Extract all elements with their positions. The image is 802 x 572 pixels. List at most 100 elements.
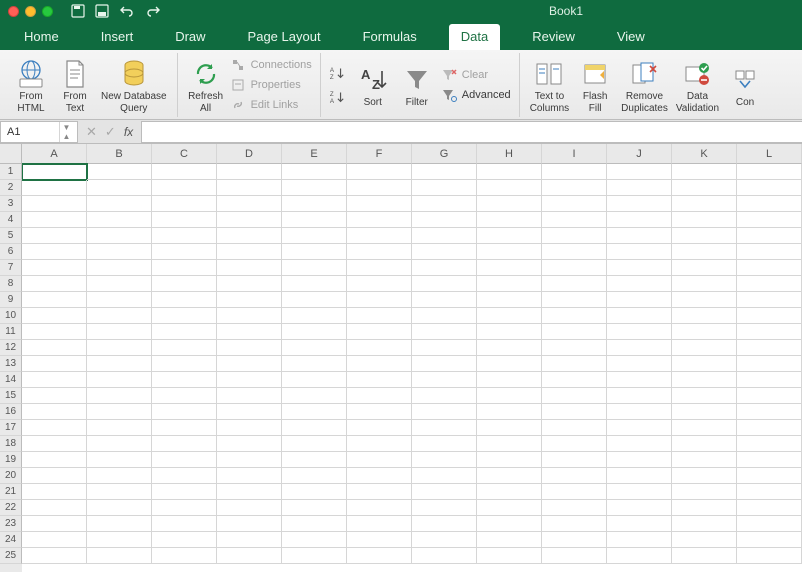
- row-header[interactable]: 9: [0, 292, 22, 308]
- cell[interactable]: [152, 372, 217, 388]
- name-box[interactable]: ▼▲: [0, 121, 78, 143]
- cell[interactable]: [477, 452, 542, 468]
- cell[interactable]: [217, 532, 282, 548]
- cell[interactable]: [412, 260, 477, 276]
- cell[interactable]: [542, 228, 607, 244]
- cell[interactable]: [282, 244, 347, 260]
- cell[interactable]: [672, 180, 737, 196]
- cell[interactable]: [282, 276, 347, 292]
- row-header[interactable]: 16: [0, 404, 22, 420]
- cell[interactable]: [477, 468, 542, 484]
- cell[interactable]: [152, 212, 217, 228]
- cell[interactable]: [607, 548, 672, 564]
- cell[interactable]: [607, 196, 672, 212]
- cell[interactable]: [282, 436, 347, 452]
- row-header[interactable]: 24: [0, 532, 22, 548]
- column-header[interactable]: B: [87, 144, 152, 164]
- filter-button[interactable]: Filter: [395, 62, 439, 109]
- cell[interactable]: [347, 404, 412, 420]
- new-database-query-button[interactable]: New Database Query: [97, 56, 171, 114]
- row-header[interactable]: 21: [0, 484, 22, 500]
- cell[interactable]: [672, 404, 737, 420]
- cell[interactable]: [152, 420, 217, 436]
- cell[interactable]: [22, 404, 87, 420]
- cell[interactable]: [672, 228, 737, 244]
- column-header[interactable]: E: [282, 144, 347, 164]
- cell[interactable]: [542, 484, 607, 500]
- undo-icon[interactable]: [119, 4, 135, 18]
- cell[interactable]: [152, 356, 217, 372]
- cell[interactable]: [542, 404, 607, 420]
- cell[interactable]: [737, 196, 802, 212]
- cell[interactable]: [542, 500, 607, 516]
- cell[interactable]: [87, 276, 152, 292]
- cell-reference-input[interactable]: [1, 126, 59, 138]
- column-header[interactable]: I: [542, 144, 607, 164]
- cell[interactable]: [217, 500, 282, 516]
- column-header[interactable]: F: [347, 144, 412, 164]
- cell[interactable]: [412, 212, 477, 228]
- cell[interactable]: [542, 196, 607, 212]
- cell[interactable]: [22, 420, 87, 436]
- sort-button[interactable]: AZ Sort: [351, 62, 395, 109]
- cell[interactable]: [152, 452, 217, 468]
- cell[interactable]: [672, 452, 737, 468]
- cell[interactable]: [477, 484, 542, 500]
- cell[interactable]: [607, 180, 672, 196]
- cell[interactable]: [152, 244, 217, 260]
- cell[interactable]: [152, 164, 217, 180]
- cell[interactable]: [542, 372, 607, 388]
- cell[interactable]: [282, 468, 347, 484]
- cell[interactable]: [607, 308, 672, 324]
- cell[interactable]: [87, 372, 152, 388]
- cell[interactable]: [737, 228, 802, 244]
- cell[interactable]: [347, 212, 412, 228]
- cell[interactable]: [152, 324, 217, 340]
- cell[interactable]: [22, 164, 87, 180]
- cell[interactable]: [347, 324, 412, 340]
- save-as-icon[interactable]: [95, 4, 109, 18]
- cell[interactable]: [217, 308, 282, 324]
- column-header[interactable]: C: [152, 144, 217, 164]
- cell[interactable]: [737, 180, 802, 196]
- cell[interactable]: [477, 420, 542, 436]
- cell[interactable]: [217, 548, 282, 564]
- cell[interactable]: [282, 292, 347, 308]
- cancel-formula-icon[interactable]: ✕: [86, 124, 97, 140]
- tab-data[interactable]: Data: [449, 24, 500, 50]
- cell[interactable]: [87, 324, 152, 340]
- cell[interactable]: [542, 244, 607, 260]
- row-header[interactable]: 25: [0, 548, 22, 564]
- cell[interactable]: [607, 468, 672, 484]
- cell[interactable]: [607, 244, 672, 260]
- cell[interactable]: [737, 244, 802, 260]
- row-header[interactable]: 22: [0, 500, 22, 516]
- advanced-filter-button[interactable]: Advanced: [439, 86, 513, 104]
- cell[interactable]: [87, 500, 152, 516]
- cell[interactable]: [672, 308, 737, 324]
- cell[interactable]: [737, 292, 802, 308]
- cell[interactable]: [607, 260, 672, 276]
- cell[interactable]: [607, 420, 672, 436]
- text-to-columns-button[interactable]: Text to Columns: [526, 56, 573, 114]
- tab-view[interactable]: View: [607, 24, 655, 50]
- cell[interactable]: [607, 532, 672, 548]
- cell[interactable]: [22, 468, 87, 484]
- cell[interactable]: [607, 484, 672, 500]
- cell[interactable]: [87, 260, 152, 276]
- cell[interactable]: [347, 500, 412, 516]
- cell[interactable]: [152, 548, 217, 564]
- cell[interactable]: [217, 244, 282, 260]
- cell[interactable]: [542, 308, 607, 324]
- cell[interactable]: [22, 452, 87, 468]
- cell[interactable]: [87, 244, 152, 260]
- row-header[interactable]: 8: [0, 276, 22, 292]
- cell[interactable]: [607, 452, 672, 468]
- cell[interactable]: [152, 260, 217, 276]
- cell[interactable]: [217, 212, 282, 228]
- cell[interactable]: [737, 308, 802, 324]
- cell[interactable]: [22, 292, 87, 308]
- cell[interactable]: [412, 180, 477, 196]
- cell[interactable]: [477, 356, 542, 372]
- cell[interactable]: [22, 500, 87, 516]
